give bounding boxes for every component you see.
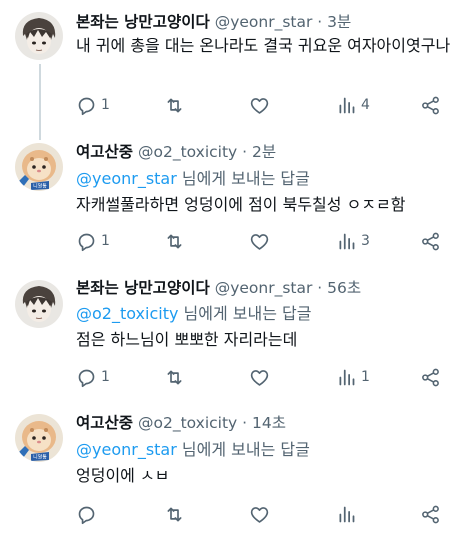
- tweet-header: 본좌는 낭만고양이다 @yeonr_star · 3분: [76, 12, 351, 32]
- reply-context: @yeonr_star 님에게 보내는 답글: [76, 166, 464, 192]
- reply-button[interactable]: 1: [76, 228, 110, 254]
- views-button[interactable]: 3: [336, 228, 370, 254]
- share-button[interactable]: [420, 364, 441, 390]
- reply-icon: [78, 97, 95, 115]
- tweet-4[interactable]: 니알통 여고산중 @o2_toxicity · 14초 @yeonr_star …: [0, 402, 474, 538]
- separator-dot: ·: [242, 143, 248, 161]
- reply-count: 1: [101, 97, 110, 113]
- reply-context: @o2_toxicity 님에게 보내는 답글: [76, 301, 464, 327]
- tweet-header: 본좌는 낭만고양이다 @yeonr_star · 56초: [76, 278, 361, 298]
- views-button[interactable]: [336, 501, 361, 527]
- retweet-button[interactable]: [164, 501, 189, 527]
- avatar-yeonr-star[interactable]: [15, 280, 63, 328]
- reply-icon: [78, 369, 95, 387]
- thread-line: [39, 64, 41, 140]
- display-name[interactable]: 여고산중: [76, 143, 133, 161]
- timestamp[interactable]: 3분: [327, 13, 351, 31]
- views-button[interactable]: 4: [336, 92, 370, 118]
- like-icon: [250, 506, 269, 523]
- action-bar: [76, 501, 456, 527]
- reply-count: 1: [101, 369, 110, 385]
- share-icon: [422, 232, 439, 250]
- reply-mention-link[interactable]: @yeonr_star: [76, 440, 177, 459]
- tweet-text: 엉덩이에 ㅅㅂ: [76, 466, 170, 485]
- reply-mention-link[interactable]: @yeonr_star: [76, 169, 177, 188]
- separator-dot: ·: [317, 279, 323, 297]
- retweet-icon: [167, 98, 182, 112]
- reply-to-label: 님에게 보내는 답글: [176, 440, 310, 459]
- views-count: 1: [361, 369, 370, 385]
- tweet-3[interactable]: 본좌는 낭만고양이다 @yeonr_star · 56초 @o2_toxicit…: [0, 275, 474, 402]
- share-icon: [422, 96, 439, 114]
- views-icon: [339, 506, 355, 522]
- retweet-button[interactable]: [164, 228, 189, 254]
- action-bar: 1 4: [76, 92, 456, 118]
- retweet-icon: [167, 370, 182, 384]
- like-button[interactable]: [249, 92, 274, 118]
- user-handle[interactable]: @yeonr_star: [215, 279, 313, 297]
- avatar-o2-toxicity[interactable]: 니알통: [15, 143, 63, 191]
- action-bar: 1 3: [76, 228, 456, 254]
- reply-button[interactable]: 1: [76, 364, 110, 390]
- tweet-header: 여고산중 @o2_toxicity · 14초: [76, 413, 286, 433]
- views-icon: [339, 369, 355, 385]
- tweet-text: 자캐썰풀라하면 엉덩이에 점이 북두칠성 ㅇㅈㄹ함: [76, 195, 406, 214]
- share-button[interactable]: [420, 228, 441, 254]
- timestamp[interactable]: 56초: [327, 279, 361, 297]
- display-name[interactable]: 여고산중: [76, 414, 133, 432]
- separator-dot: ·: [242, 414, 248, 432]
- display-name[interactable]: 본좌는 낭만고양이다: [76, 13, 210, 31]
- like-icon: [250, 369, 269, 386]
- views-button[interactable]: 1: [336, 364, 370, 390]
- svg-text:니알통: 니알통: [33, 454, 47, 461]
- reply-context: @yeonr_star 님에게 보내는 답글: [76, 437, 464, 463]
- reply-to-label: 님에게 보내는 답글: [178, 304, 312, 323]
- views-count: 4: [361, 97, 370, 113]
- views-icon: [339, 233, 355, 249]
- reply-icon: [78, 506, 95, 524]
- reply-button[interactable]: 1: [76, 92, 110, 118]
- like-icon: [250, 97, 269, 114]
- avatar-yeonr-star[interactable]: [15, 12, 63, 60]
- user-handle[interactable]: @o2_toxicity: [138, 414, 237, 432]
- like-icon: [250, 233, 269, 250]
- display-name[interactable]: 본좌는 낭만고양이다: [76, 279, 210, 297]
- like-button[interactable]: [249, 364, 274, 390]
- action-bar: 1 1: [76, 364, 456, 390]
- views-icon: [339, 97, 355, 113]
- avatar-o2-toxicity[interactable]: 니알통: [15, 414, 63, 462]
- svg-text:니알통: 니알통: [33, 183, 47, 190]
- share-button[interactable]: [420, 501, 441, 527]
- share-button[interactable]: [420, 92, 441, 118]
- reply-count: 1: [101, 233, 110, 249]
- reply-button[interactable]: [76, 501, 101, 527]
- retweet-icon: [167, 234, 182, 248]
- like-button[interactable]: [249, 228, 274, 254]
- retweet-button[interactable]: [164, 364, 189, 390]
- timestamp[interactable]: 14초: [252, 414, 286, 432]
- views-count: 3: [361, 233, 370, 249]
- tweet-text: 내 귀에 총을 대는 온나라도 결국 귀요운 여자아이엿구나: [76, 36, 451, 55]
- retweet-icon: [167, 507, 182, 521]
- retweet-button[interactable]: [164, 92, 189, 118]
- timestamp[interactable]: 2분: [252, 143, 276, 161]
- user-handle[interactable]: @o2_toxicity: [138, 143, 237, 161]
- tweet-header: 여고산중 @o2_toxicity · 2분: [76, 142, 276, 162]
- tweet-2[interactable]: 니알통 여고산중 @o2_toxicity · 2분 @yeonr_star 님…: [0, 140, 474, 275]
- reply-to-label: 님에게 보내는 답글: [176, 169, 310, 188]
- tweet-1[interactable]: 본좌는 낭만고양이다 @yeonr_star · 3분 내 귀에 총을 대는 온…: [0, 0, 474, 140]
- share-icon: [422, 505, 439, 523]
- share-icon: [422, 368, 439, 386]
- reply-icon: [78, 233, 95, 251]
- like-button[interactable]: [249, 501, 274, 527]
- separator-dot: ·: [317, 13, 323, 31]
- user-handle[interactable]: @yeonr_star: [215, 13, 313, 31]
- reply-mention-link[interactable]: @o2_toxicity: [76, 304, 178, 323]
- tweet-text: 점은 하느님이 뽀뽀한 자리라는데: [76, 330, 298, 349]
